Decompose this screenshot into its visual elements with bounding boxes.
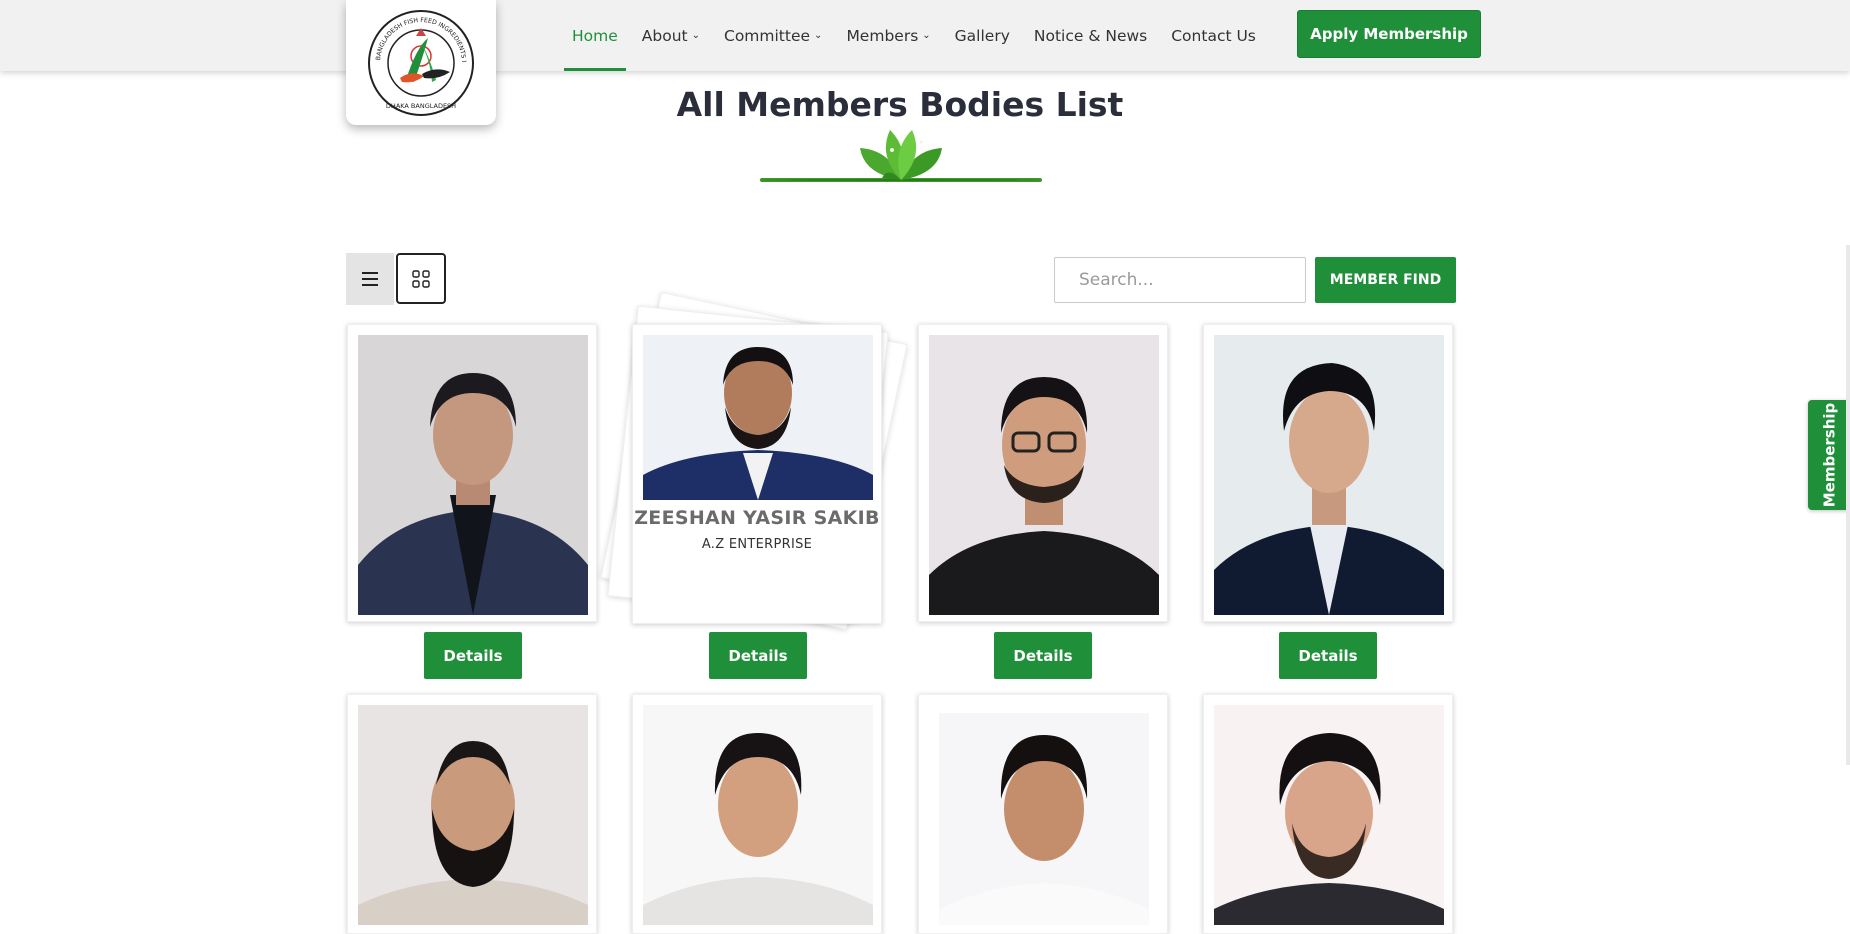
grid-view-button[interactable]	[396, 253, 446, 304]
logo-bottom-text: DHAKA BANGLADESH	[386, 102, 456, 110]
details-label: Details	[1298, 646, 1358, 665]
member-card[interactable]	[918, 694, 1168, 934]
member-card[interactable]	[1203, 324, 1453, 622]
details-button[interactable]: Details	[1279, 632, 1377, 679]
leaf-divider-icon	[760, 130, 1042, 182]
nav-contact-us[interactable]: Contact Us	[1159, 0, 1268, 71]
nav-gallery[interactable]: Gallery	[943, 0, 1022, 71]
details-label: Details	[1013, 646, 1073, 665]
member-card[interactable]	[918, 324, 1168, 622]
member-photo	[1214, 705, 1444, 925]
member-find-button[interactable]: MEMBER FIND	[1315, 257, 1456, 303]
membership-side-tab[interactable]: Membership	[1808, 400, 1850, 510]
member-photo	[358, 335, 588, 615]
chevron-down-icon: ⌄	[814, 30, 823, 41]
member-card[interactable]: ZEESHAN YASIR SAKIB A.Z ENTERPRISE	[632, 324, 882, 624]
association-logo-icon: BANGLADESH FISH FEED INGREDIENTS IMPORTE…	[366, 8, 474, 116]
site-header: Home About ⌄ Committee ⌄ Members ⌄ Galle…	[0, 0, 1850, 71]
member-find-label: MEMBER FIND	[1329, 272, 1442, 288]
member-name: ZEESHAN YASIR SAKIB	[634, 507, 880, 529]
member-photo	[929, 705, 1159, 925]
membership-side-tab-label: Membership	[1820, 402, 1838, 508]
apply-membership-label: Apply Membership	[1310, 25, 1468, 43]
details-label: Details	[728, 646, 788, 665]
page-title: All Members Bodies List	[676, 85, 1124, 124]
details-button[interactable]: Details	[994, 632, 1092, 679]
list-view-button[interactable]	[346, 253, 394, 305]
member-photo	[929, 335, 1159, 615]
nav-gallery-label: Gallery	[954, 26, 1010, 45]
site-logo[interactable]: BANGLADESH FISH FEED INGREDIENTS IMPORTE…	[346, 0, 496, 125]
nav-contact-us-label: Contact Us	[1171, 26, 1256, 45]
grid-icon	[412, 269, 430, 288]
details-button[interactable]: Details	[709, 632, 807, 679]
chevron-down-icon: ⌄	[691, 30, 700, 41]
nav-about-label: About	[641, 26, 688, 45]
member-organization: A.Z ENTERPRISE	[701, 537, 813, 552]
member-photo	[358, 705, 588, 925]
member-photo	[1214, 335, 1444, 615]
apply-membership-button[interactable]: Apply Membership	[1297, 10, 1481, 58]
member-card[interactable]	[347, 694, 597, 934]
details-button[interactable]: Details	[424, 632, 522, 679]
member-card[interactable]	[1203, 694, 1453, 934]
member-card[interactable]	[632, 694, 882, 934]
nav-members[interactable]: Members ⌄	[834, 0, 942, 71]
list-icon	[362, 272, 378, 286]
nav-committee-label: Committee	[724, 26, 811, 45]
nav-committee[interactable]: Committee ⌄	[712, 0, 834, 71]
nav-about[interactable]: About ⌄	[630, 0, 712, 71]
member-photo	[643, 335, 873, 500]
nav-notice-news[interactable]: Notice & News	[1022, 0, 1159, 71]
nav-home-label: Home	[572, 26, 618, 45]
nav-members-label: Members	[846, 26, 919, 45]
chevron-down-icon: ⌄	[922, 30, 931, 41]
member-card[interactable]	[347, 324, 597, 622]
nav-notice-news-label: Notice & News	[1033, 26, 1148, 45]
page-scrollbar-track[interactable]	[1846, 245, 1850, 765]
main-nav: Home About ⌄ Committee ⌄ Members ⌄ Galle…	[560, 0, 1268, 71]
details-label: Details	[443, 646, 503, 665]
search-input[interactable]	[1054, 257, 1306, 303]
nav-home[interactable]: Home	[560, 0, 630, 71]
member-photo	[643, 705, 873, 925]
